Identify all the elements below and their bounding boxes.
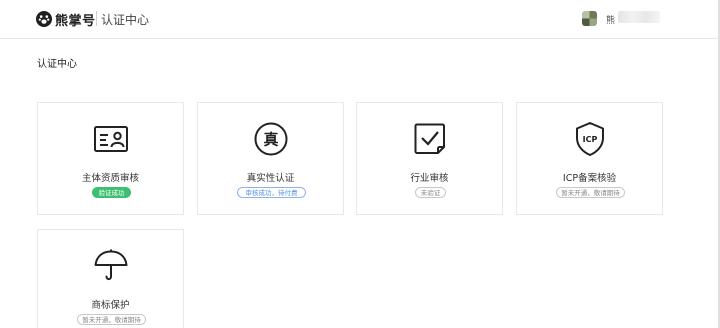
- card-trademark-protection[interactable]: 商标保护 暂未开通，敬请期待: [37, 229, 184, 328]
- card-authenticity[interactable]: 真 真实性认证 审核成功，待付费: [197, 102, 344, 215]
- icp-text: ICP: [583, 135, 598, 144]
- app-title: 认证中心: [101, 13, 150, 27]
- id-card-icon: [94, 126, 128, 152]
- status-badge: 暂未开通，敬请期待: [556, 187, 625, 198]
- avatar[interactable]: [582, 11, 597, 26]
- brand-divider: [96, 11, 97, 26]
- umbrella-icon: [94, 249, 128, 281]
- user-name-redacted: [618, 11, 660, 23]
- status-badge: 未验证: [415, 187, 446, 198]
- seal-char: 真: [263, 131, 278, 149]
- card-label: 行业审核: [410, 173, 449, 184]
- card-label: 真实性认证: [246, 173, 295, 184]
- zhen-seal-icon: 真: [254, 122, 288, 156]
- card-industry-review[interactable]: 行业审核 未验证: [356, 102, 503, 215]
- card-entity-qualification[interactable]: 主体资质审核 验证成功: [37, 102, 184, 215]
- card-label: 商标保护: [91, 300, 130, 311]
- paw-icon[interactable]: [36, 11, 52, 27]
- page-title: 认证中心: [37, 59, 77, 70]
- status-badge: 暂未开通，敬请期待: [77, 314, 146, 325]
- icp-shield-icon: ICP: [576, 122, 604, 156]
- main-content: 认证中心 主体资质审核 验证成功 真 真实性认证 审核成功，待付费 行业审核 未…: [0, 39, 718, 328]
- card-icp-verification[interactable]: ICP ICP备案核验 暂未开通，敬请期待: [516, 102, 663, 215]
- brand-name[interactable]: 熊掌号: [55, 10, 96, 29]
- status-badge: 审核成功，待付费: [237, 187, 306, 198]
- card-label: 主体资质审核: [81, 173, 139, 184]
- checkbox-icon: [414, 123, 445, 154]
- top-bar: 熊掌号 认证中心 熊: [0, 0, 718, 39]
- user-name[interactable]: 熊: [606, 13, 615, 26]
- status-badge: 验证成功: [92, 187, 131, 198]
- card-label: ICP备案核验: [562, 173, 617, 184]
